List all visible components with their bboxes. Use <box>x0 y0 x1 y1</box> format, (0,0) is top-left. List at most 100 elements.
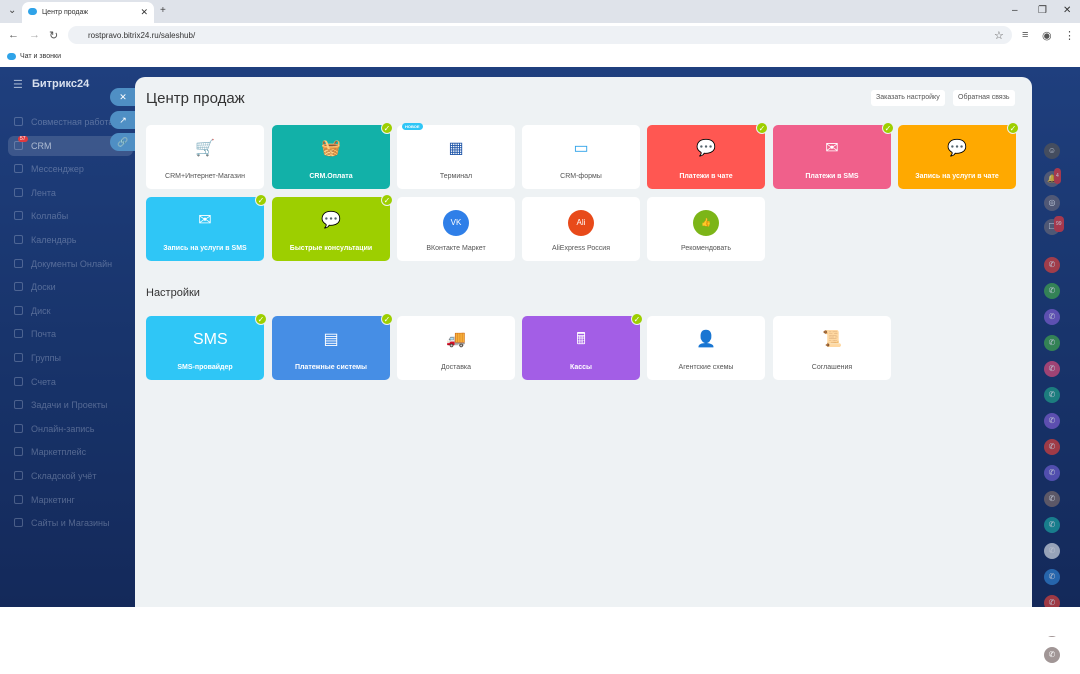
tile-label: Платежные системы <box>294 364 368 371</box>
order-setup-button[interactable]: Заказать настройку <box>871 90 945 106</box>
url-input[interactable]: rostpravo.bitrix24.ru/saleshub/ <box>68 26 1012 44</box>
tile[interactable]: 👍 Рекомендовать <box>647 197 765 261</box>
tile[interactable]: 🖩 Кассы ✓ <box>522 313 643 380</box>
call-contact-icon[interactable]: ✆ <box>1044 491 1060 507</box>
tile[interactable]: 🛒 CRM+Интернет-Магазин <box>146 125 264 189</box>
menu-icon[interactable]: ⋮ <box>1064 29 1075 42</box>
tile[interactable]: 📜 Соглашения <box>773 316 891 380</box>
media-icon[interactable]: ≡ <box>1022 29 1028 41</box>
call-contact-icon[interactable]: ✆ <box>1044 335 1060 351</box>
menu-item-icon <box>14 282 23 292</box>
sidebar-item[interactable]: Почта <box>14 324 134 344</box>
open-new-window-button[interactable]: ↗ <box>110 111 136 129</box>
sidebar-item[interactable]: Маркетплейс <box>14 442 134 462</box>
crm-badge: 57 <box>18 135 28 142</box>
reload-icon[interactable]: ↻ <box>49 29 58 42</box>
menu-item-icon <box>14 471 23 480</box>
call-contact-icon[interactable]: ✆ <box>1044 465 1060 481</box>
sidebar-item[interactable]: Складской учёт <box>14 466 134 486</box>
call-contact-icon[interactable]: ✆ <box>1044 257 1060 273</box>
call-contact-icon[interactable]: ✆ <box>1044 283 1060 299</box>
tile-label: Быстрые консультации <box>289 245 373 252</box>
logo: Битрикс24 <box>32 78 90 90</box>
tile[interactable]: Ali AliExpress Россия <box>522 197 640 261</box>
menu-item-icon <box>14 518 23 528</box>
tab-title: Центр продаж <box>42 9 89 16</box>
sidebar-item[interactable]: Коллабы <box>14 206 134 226</box>
close-tab-icon[interactable]: ✕ <box>140 7 148 18</box>
forward-icon[interactable]: → <box>29 29 40 41</box>
sidebar-item[interactable]: Лента <box>14 183 134 203</box>
call-contact-icon[interactable]: ✆ <box>1044 543 1060 559</box>
check-icon: ✓ <box>255 194 267 206</box>
sidebar-item[interactable]: Календарь <box>14 230 134 250</box>
tile[interactable]: VK ВКонтакте Маркет <box>397 197 515 261</box>
browser-tab[interactable]: Центр продаж ✕ <box>22 2 154 23</box>
close-slider-button[interactable]: ✕ <box>110 88 136 106</box>
tile-label: Терминал <box>439 173 473 180</box>
sidebar-item[interactable]: Маркетинг <box>14 490 134 510</box>
tile-label: Платежи в чате <box>679 173 733 180</box>
tile[interactable]: ▦ Терминал НОВОЕ <box>397 123 515 189</box>
menu-item-icon <box>14 400 23 410</box>
call-contact-icon[interactable]: ✆ <box>1044 569 1060 585</box>
call-contact-icon[interactable]: ✆ <box>1044 517 1060 533</box>
tile[interactable]: 🧺 CRM.Оплата ✓ <box>272 122 393 189</box>
shop-cart-icon: 🛒 <box>195 140 215 157</box>
tile[interactable]: ▭ CRM-формы <box>522 125 640 189</box>
sidebar-item[interactable]: Группы <box>14 348 134 368</box>
hamburger-icon[interactable]: ☰ <box>13 78 23 91</box>
sidebar-item[interactable]: Доски <box>14 277 134 297</box>
call-contact-icon[interactable]: ✆ <box>1044 309 1060 325</box>
call-contact-icon[interactable]: ✆ <box>1044 439 1060 455</box>
call-contact-icon[interactable]: ✆ <box>1044 387 1060 403</box>
tile[interactable]: ✉ Запись на услуги в SMS ✓ <box>146 194 267 261</box>
tile[interactable]: ✉ Платежи в SMS ✓ <box>773 122 894 189</box>
sidebar-item[interactable]: Задачи и Проекты <box>14 395 134 415</box>
sidebar-item[interactable]: Документы Онлайн <box>14 254 134 274</box>
page-title: Центр продаж <box>146 90 245 107</box>
new-badge: НОВОЕ <box>402 123 423 130</box>
back-icon[interactable]: ← <box>8 29 19 41</box>
tile[interactable]: 💬 Быстрые консультации ✓ <box>272 194 393 261</box>
bitrix-app: ☰ Битрикс24 Совместная работа CRM 57 Мессен… <box>0 67 1080 663</box>
bell-icon[interactable]: 🔔 4 <box>1044 168 1061 187</box>
copy-link-button[interactable]: 🔗 <box>110 133 136 151</box>
minimize-icon[interactable]: – <box>1012 5 1018 16</box>
tile[interactable]: SMS SMS-провайдер ✓ <box>146 313 267 380</box>
bitrix-favicon <box>7 53 16 60</box>
avatar[interactable]: ☺ <box>1044 143 1060 159</box>
call-contact-icon[interactable]: ✆ <box>1044 647 1060 663</box>
sidebar-item[interactable]: Сайты и Магазины <box>14 513 134 533</box>
tile-label: Соглашения <box>811 364 853 371</box>
tile-label: CRM.Оплата <box>309 173 353 180</box>
sidebar-item[interactable]: Диск <box>14 301 134 321</box>
new-tab-icon[interactable]: + <box>160 5 166 16</box>
tab-bar: ⌄ Центр продаж ✕ + – ❐ ✕ <box>0 0 1080 23</box>
tab-list-icon[interactable]: ⌄ <box>8 5 16 16</box>
call-contact-icon[interactable]: ✆ <box>1044 361 1060 377</box>
sidebar-item[interactable]: Счета <box>14 372 134 392</box>
restore-icon[interactable]: ❐ <box>1038 5 1047 16</box>
tile[interactable]: ▤ Платежные системы ✓ <box>272 313 393 380</box>
openlines-icon[interactable]: ◎ <box>1044 195 1060 211</box>
call-contact-icon[interactable]: ✆ <box>1044 413 1060 429</box>
tile[interactable]: 🚚 Доставка <box>397 316 515 380</box>
sidebar-item[interactable]: Мессенджер <box>14 159 134 179</box>
sms-payment-icon: ✉ <box>825 140 839 157</box>
check-icon: ✓ <box>381 313 393 325</box>
tile[interactable]: 💬 Запись на услуги в чате ✓ <box>898 122 1019 189</box>
feedback-button[interactable]: Обратная связь <box>953 90 1015 106</box>
tile[interactable]: 💬 Платежи в чате ✓ <box>647 122 768 189</box>
profile-icon[interactable]: ◉ <box>1042 29 1052 42</box>
tile[interactable]: 👤 Агентские схемы <box>647 316 765 380</box>
close-window-icon[interactable]: ✕ <box>1063 5 1071 16</box>
agreement-icon: 📜 <box>822 331 842 348</box>
sidebar-item[interactable]: Онлайн-запись <box>14 419 134 439</box>
bookmark-chat[interactable]: Чат и звонки <box>0 47 1080 67</box>
menu-item-icon <box>14 305 23 315</box>
menu-item-icon <box>14 258 23 268</box>
booking-chat-icon: 💬 <box>947 140 967 157</box>
bookmark-star-icon[interactable]: ☆ <box>994 29 1004 42</box>
chat-icon[interactable]: ☐ 99 <box>1044 216 1064 235</box>
